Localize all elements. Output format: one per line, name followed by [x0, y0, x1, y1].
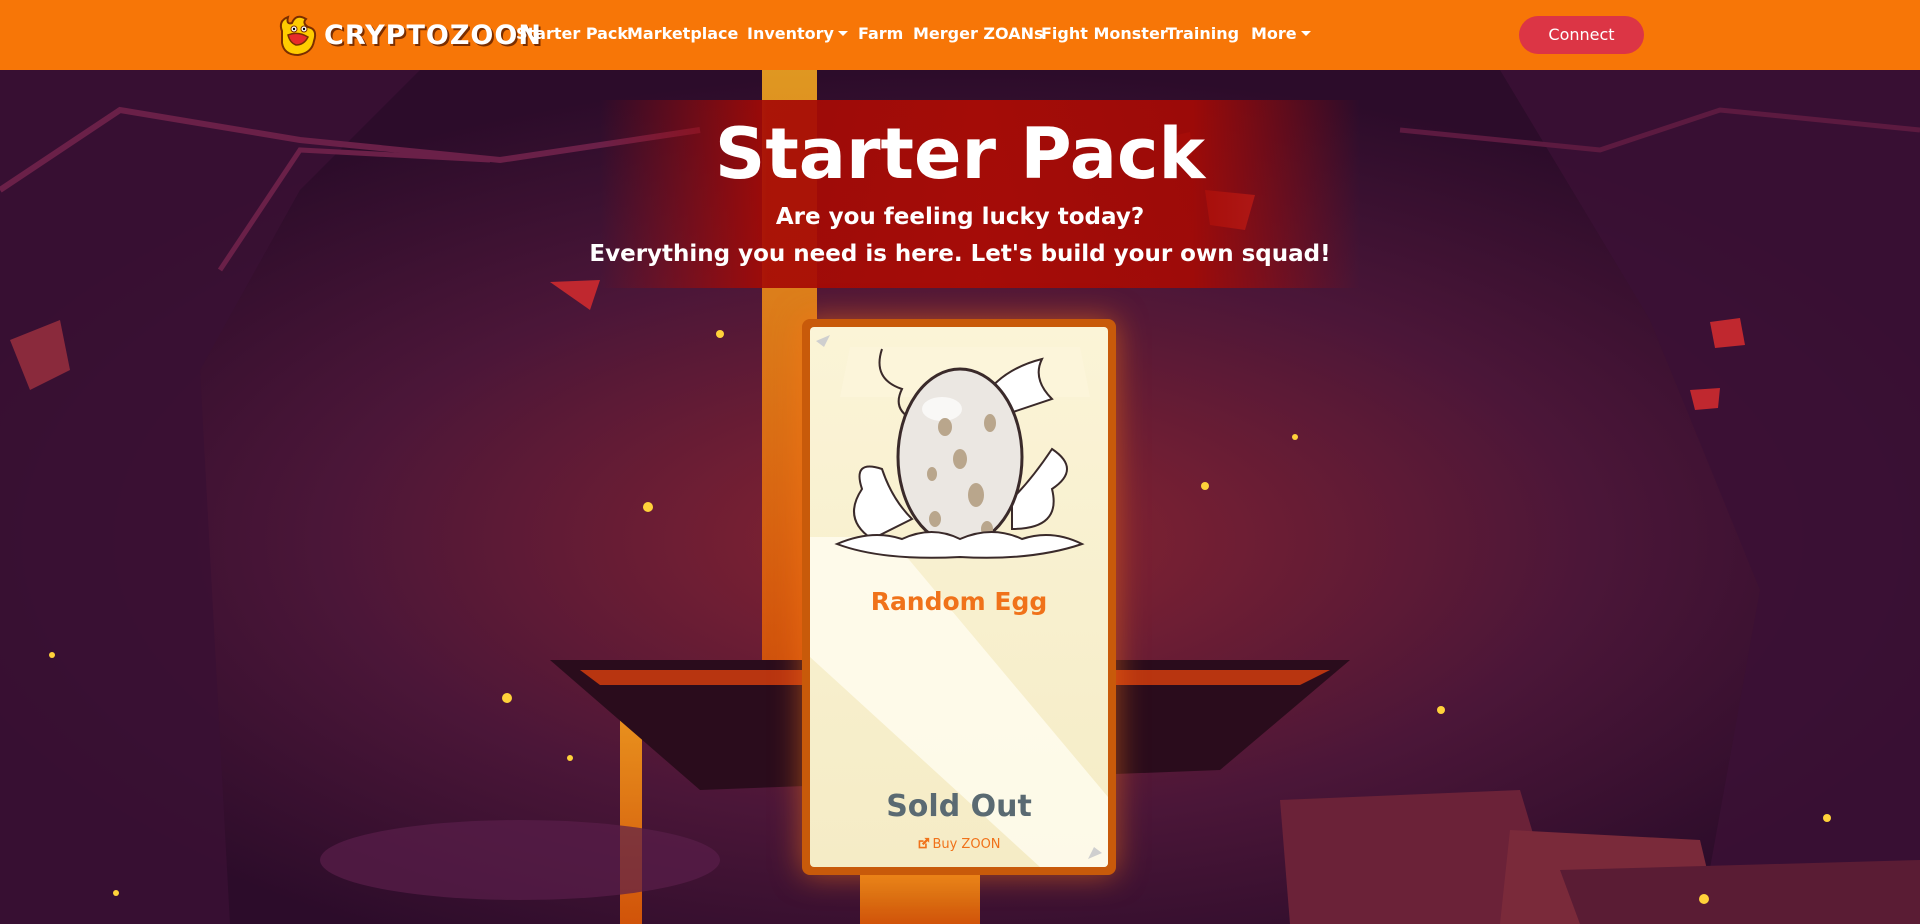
page-title: Starter Pack [714, 113, 1206, 195]
external-link-icon [919, 837, 930, 849]
random-egg-card: Random Egg Sold Out Buy ZOON [802, 319, 1116, 875]
nav-training[interactable]: Training [1166, 24, 1239, 43]
brand-logo[interactable]: CRYPTOZOON [274, 10, 542, 60]
nav-farm[interactable]: Farm [858, 24, 903, 43]
dragon-mascot-icon [279, 15, 317, 57]
hero-subtitle: Are you feeling lucky today? [775, 204, 1145, 230]
connect-wallet-button[interactable]: Connect [1519, 16, 1644, 54]
buy-zoon-label: Buy ZOON [932, 837, 1001, 852]
caret-down-icon [1300, 31, 1311, 36]
hero-tagline: Everything you need is here. Let's build… [589, 241, 1331, 267]
nav-inventory-label: Inventory [747, 24, 834, 43]
top-navbar: CRYPTOZOON Starter Pack Marketplace Inve… [0, 0, 1920, 70]
nav-starter-pack[interactable]: Starter Pack [516, 24, 628, 43]
card-body: Random Egg Sold Out Buy ZOON [810, 327, 1108, 867]
nav-inventory-dropdown[interactable]: Inventory [747, 24, 848, 43]
nav-more-label: More [1251, 24, 1297, 43]
buy-zoon-link[interactable]: Buy ZOON [810, 837, 1108, 852]
nav-marketplace[interactable]: Marketplace [627, 24, 738, 43]
nav-more-dropdown[interactable]: More [1251, 24, 1311, 43]
card-title: Random Egg [870, 587, 1048, 616]
caret-down-icon [837, 31, 848, 36]
nav-merger-zoans[interactable]: Merger ZOANs [913, 24, 1044, 43]
sold-out-status: Sold Out [886, 789, 1032, 824]
brand-name: CRYPTOZOON [324, 19, 542, 51]
egg-icon [834, 348, 1085, 559]
nav-fight-monster[interactable]: Fight Monster [1041, 24, 1168, 43]
